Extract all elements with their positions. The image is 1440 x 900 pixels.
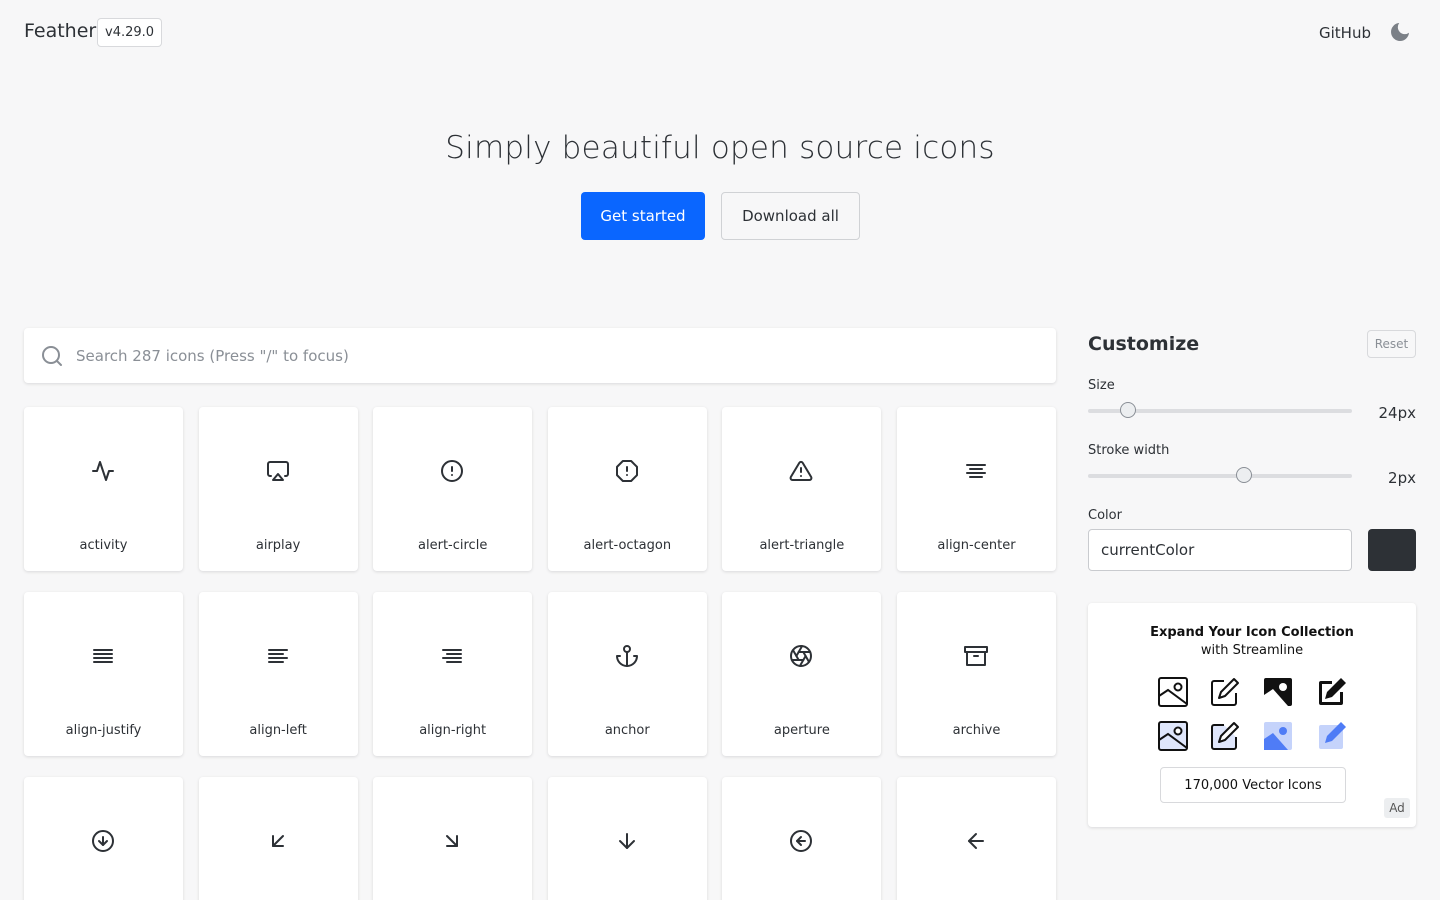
arrow-down-right-icon bbox=[440, 829, 464, 853]
color-swatch[interactable] bbox=[1368, 529, 1416, 571]
header: Feather v4.29.0 GitHub bbox=[0, 0, 1440, 66]
get-started-button[interactable]: Get started bbox=[581, 192, 705, 240]
icon-name: align-left bbox=[249, 723, 307, 738]
arrow-down-left-icon bbox=[266, 829, 290, 853]
icon-card-aperture[interactable]: aperture bbox=[722, 592, 882, 756]
brand-logo[interactable]: Feather bbox=[24, 20, 96, 42]
version-badge: v4.29.0 bbox=[97, 18, 163, 47]
icon-card-alert-octagon[interactable]: alert-octagon bbox=[547, 407, 707, 571]
edit-icon bbox=[1209, 676, 1241, 708]
icon-card-activity[interactable]: activity bbox=[24, 407, 183, 571]
size-value: 24px bbox=[1378, 404, 1417, 422]
reset-button[interactable]: Reset bbox=[1367, 330, 1416, 358]
edit-duotone-icon bbox=[1209, 720, 1241, 752]
icon-card-airplay[interactable]: airplay bbox=[198, 407, 358, 571]
moon-icon[interactable] bbox=[1388, 20, 1412, 44]
icon-name: anchor bbox=[604, 723, 650, 738]
align-left-icon bbox=[266, 644, 290, 668]
icon-card-arrow-down[interactable]: arrow-down bbox=[547, 777, 707, 900]
icon-card-alert-circle[interactable]: alert-circle bbox=[373, 407, 533, 571]
size-slider-handle[interactable] bbox=[1119, 402, 1136, 418]
icon-name: alert-octagon bbox=[583, 538, 672, 553]
arrow-left-circle-icon bbox=[789, 829, 813, 853]
image-duotone-icon bbox=[1157, 720, 1189, 752]
icon-grid: activity airplay alert-circle alert-octa… bbox=[24, 407, 1056, 900]
icon-card-anchor[interactable]: anchor bbox=[547, 592, 707, 756]
download-all-button[interactable]: Download all bbox=[721, 192, 860, 240]
edit-solid-icon bbox=[1316, 676, 1348, 708]
arrow-down-circle-icon bbox=[91, 829, 115, 853]
color-label: Color bbox=[1088, 508, 1122, 523]
icon-card-arrow-down-left[interactable]: arrow-down-left bbox=[198, 777, 358, 900]
activity-icon bbox=[91, 459, 115, 483]
size-slider[interactable] bbox=[1088, 402, 1352, 418]
icon-card-arrow-left-circle[interactable]: arrow-left-circle bbox=[722, 777, 882, 900]
arrow-down-icon bbox=[615, 829, 639, 853]
icon-card-align-center[interactable]: align-center bbox=[896, 407, 1056, 571]
icon-card-align-right[interactable]: align-right bbox=[373, 592, 533, 756]
arrow-left-icon bbox=[964, 829, 988, 853]
icon-name: align-right bbox=[419, 723, 487, 738]
image-solid-icon bbox=[1262, 676, 1294, 708]
search-icon bbox=[40, 344, 64, 368]
customize-title: Customize bbox=[1088, 333, 1200, 355]
icon-card-arrow-down-right[interactable]: arrow-down-right bbox=[373, 777, 533, 900]
stroke-width-label: Stroke width bbox=[1088, 443, 1170, 458]
alert-circle-icon bbox=[440, 459, 464, 483]
icon-name: aperture bbox=[773, 723, 830, 738]
ad-badge: Ad bbox=[1384, 798, 1410, 818]
github-link[interactable]: GitHub bbox=[1319, 24, 1371, 42]
icon-name: alert-circle bbox=[418, 538, 488, 553]
alert-triangle-icon bbox=[789, 459, 813, 483]
ad-title: Expand Your Icon Collection bbox=[1150, 625, 1354, 640]
aperture-icon bbox=[789, 644, 813, 668]
airplay-icon bbox=[266, 459, 290, 483]
icon-name: archive bbox=[952, 723, 1001, 738]
image-color-icon bbox=[1262, 720, 1294, 752]
size-label: Size bbox=[1088, 378, 1115, 393]
edit-color-icon bbox=[1316, 720, 1348, 752]
search-box bbox=[24, 328, 1056, 383]
archive-icon bbox=[963, 644, 988, 668]
icon-card-align-left[interactable]: align-left bbox=[198, 592, 358, 756]
align-right-icon bbox=[440, 644, 464, 668]
icon-card-alert-triangle[interactable]: alert-triangle bbox=[722, 407, 882, 571]
stroke-width-slider[interactable] bbox=[1088, 467, 1352, 483]
stroke-width-value: 2px bbox=[1388, 469, 1416, 487]
align-justify-icon bbox=[91, 644, 115, 668]
search-input[interactable] bbox=[76, 328, 1036, 383]
icon-name: align-justify bbox=[65, 723, 142, 738]
alert-octagon-icon bbox=[615, 459, 639, 483]
ad-subtitle: with Streamline bbox=[1200, 643, 1304, 658]
align-center-icon bbox=[964, 459, 988, 483]
ad-card[interactable]: Expand Your Icon Collection with Streaml… bbox=[1088, 603, 1416, 827]
vector-icons-button[interactable]: 170,000 Vector Icons bbox=[1160, 767, 1346, 803]
icon-name: activity bbox=[79, 538, 128, 553]
hero-title: Simply beautiful open source icons bbox=[445, 130, 995, 166]
icon-card-arrow-down-circle[interactable]: arrow-down-circle bbox=[24, 777, 183, 900]
anchor-icon bbox=[615, 644, 639, 668]
icon-name: alert-triangle bbox=[759, 538, 845, 553]
icon-name: align-center bbox=[937, 538, 1016, 553]
icon-card-align-justify[interactable]: align-justify bbox=[24, 592, 183, 756]
stroke-width-slider-handle[interactable] bbox=[1235, 467, 1252, 483]
image-icon bbox=[1157, 676, 1189, 708]
color-input[interactable] bbox=[1088, 529, 1352, 571]
icon-card-arrow-left[interactable]: arrow-left bbox=[896, 777, 1056, 900]
icon-card-archive[interactable]: archive bbox=[896, 592, 1056, 756]
icon-name: airplay bbox=[255, 538, 301, 553]
